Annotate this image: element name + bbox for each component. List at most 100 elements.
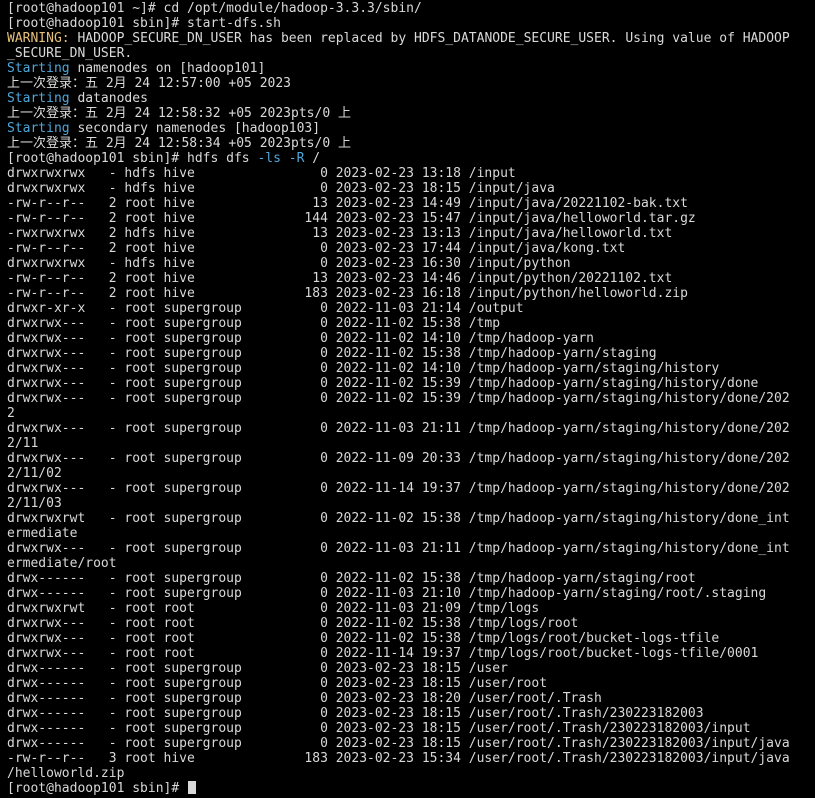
terminal-line: drwxrwxrwx - hdfs hive 0 2023-02-23 16:3…	[7, 256, 815, 271]
terminal-line: -rw-r--r-- 2 root hive 183 2023-02-23 16…	[7, 286, 815, 301]
terminal-line: Starting secondary namenodes [hadoop103]	[7, 121, 815, 136]
terminal-line: drwxrwx--- - root supergroup 0 2022-11-0…	[7, 451, 815, 466]
terminal-line: drwx------ - root supergroup 0 2023-02-2…	[7, 676, 815, 691]
terminal-text: drwxrwxrwt - root supergroup 0 2022-11-0…	[7, 511, 790, 526]
terminal-text: drwxrwx--- - root supergroup 0 2022-11-0…	[7, 346, 657, 361]
terminal-line: drwx------ - root supergroup 0 2023-02-2…	[7, 721, 815, 736]
terminal-line: drwx------ - root supergroup 0 2022-11-0…	[7, 586, 815, 601]
terminal-line: 2/11/02	[7, 466, 815, 481]
terminal-line: 2/11	[7, 436, 815, 451]
terminal-line: ermediate/root	[7, 556, 815, 571]
terminal-line: Starting datanodes	[7, 91, 815, 106]
terminal-text: drwx------ - root supergroup 0 2023-02-2…	[7, 706, 704, 721]
terminal-text: drwxrwx--- - root supergroup 0 2022-11-0…	[7, 541, 790, 556]
terminal-text: drwxrwx--- - root supergroup 0 2022-11-1…	[7, 481, 790, 496]
terminal-line: drwxrwxrwt - root root 0 2022-11-03 21:0…	[7, 601, 815, 616]
terminal-line: drwx------ - root supergroup 0 2023-02-2…	[7, 691, 815, 706]
terminal-line: drwxrwx--- - root supergroup 0 2022-11-0…	[7, 421, 815, 436]
terminal-line: drwxrwx--- - root root 0 2022-11-02 15:3…	[7, 616, 815, 631]
text-cursor[interactable]	[188, 781, 197, 794]
terminal-text: -rwxrwxrwx 2 hdfs hive 13 2023-02-23 13:…	[7, 226, 673, 241]
terminal-text: drwxrwx--- - root root 0 2022-11-02 15:3…	[7, 631, 720, 646]
terminal-line: [root@hadoop101 ~]# cd /opt/module/hadoo…	[7, 1, 815, 16]
terminal-line: drwxrwx--- - root root 0 2022-11-14 19:3…	[7, 646, 815, 661]
terminal-text: drwxrwx--- - root supergroup 0 2022-11-0…	[7, 361, 720, 376]
status-label: Starting	[7, 91, 70, 106]
terminal-line: drwxrwx--- - root supergroup 0 2022-11-0…	[7, 331, 815, 346]
terminal-line: WARNING: HADOOP_SECURE_DN_USER has been …	[7, 31, 815, 46]
terminal-text: drwxrwx--- - root supergroup 0 2022-11-0…	[7, 316, 501, 331]
terminal-text: drwxrwx--- - root root 0 2022-11-14 19:3…	[7, 646, 759, 661]
terminal-text: drwx------ - root supergroup 0 2023-02-2…	[7, 661, 508, 676]
terminal-line: -rw-r--r-- 2 root hive 13 2023-02-23 14:…	[7, 196, 815, 211]
terminal-text: [root@hadoop101 sbin]# start-dfs.sh	[7, 16, 281, 31]
terminal-line: drwx------ - root supergroup 0 2023-02-2…	[7, 736, 815, 751]
terminal-text: datanodes	[69, 91, 148, 106]
terminal-text: ermediate	[7, 526, 78, 541]
terminal-text: [root@hadoop101 sbin]# hdfs dfs	[7, 151, 258, 166]
terminal-text: 2/11/03	[7, 496, 62, 511]
terminal-text: 2/11	[7, 436, 39, 451]
terminal-line: drwxrwx--- - root supergroup 0 2022-11-0…	[7, 316, 815, 331]
terminal-line: Starting namenodes on [hadoop101]	[7, 61, 815, 76]
terminal-line: drwxrwxrwt - root supergroup 0 2022-11-0…	[7, 511, 815, 526]
terminal-line: drwxrwx--- - root supergroup 0 2022-11-0…	[7, 391, 815, 406]
terminal-line: drwxr-xr-x - root supergroup 0 2022-11-0…	[7, 301, 815, 316]
terminal-line: 上一次登录：五 2月 24 12:58:34 +05 2023pts/0 上	[7, 136, 815, 151]
terminal-line: drwxrwx--- - root root 0 2022-11-02 15:3…	[7, 631, 815, 646]
terminal-line: drwx------ - root supergroup 0 2022-11-0…	[7, 571, 815, 586]
terminal-line: drwxrwx--- - root supergroup 0 2022-11-1…	[7, 481, 815, 496]
terminal-prompt-line: [root@hadoop101 sbin]#	[7, 781, 815, 796]
terminal-text: namenodes on [hadoop101]	[69, 61, 266, 76]
terminal-line: -rw-r--r-- 3 root hive 183 2023-02-23 15…	[7, 751, 815, 766]
terminal-line: drwxrwxrwx - hdfs hive 0 2023-02-23 13:1…	[7, 166, 815, 181]
terminal-text: -rw-r--r-- 2 root hive 0 2023-02-23 17:4…	[7, 241, 626, 256]
terminal-text: 2	[7, 406, 15, 421]
terminal-text: drwxrwxrwx - hdfs hive 0 2023-02-23 16:3…	[7, 256, 571, 271]
terminal-text: drwxrwxrwt - root root 0 2022-11-03 21:0…	[7, 601, 540, 616]
terminal-text: _SECURE_DN_USER.	[7, 46, 133, 61]
terminal-line: drwxrwx--- - root supergroup 0 2022-11-0…	[7, 541, 815, 556]
terminal-window[interactable]: [root@hadoop101 ~]# cd /opt/module/hadoo…	[0, 0, 815, 798]
command-flags: -ls -R	[257, 151, 305, 166]
terminal-line: 2/11/03	[7, 496, 815, 511]
terminal-text: drwx------ - root supergroup 0 2022-11-0…	[7, 586, 767, 601]
terminal-text: drwxrwx--- - root supergroup 0 2022-11-0…	[7, 331, 594, 346]
warning-label: WARNING:	[7, 31, 70, 46]
terminal-text: drwxrwxrwx - hdfs hive 0 2023-02-23 18:1…	[7, 181, 555, 196]
terminal-text: /helloworld.zip	[7, 766, 125, 781]
terminal-line: drwx------ - root supergroup 0 2023-02-2…	[7, 661, 815, 676]
terminal-line: -rw-r--r-- 2 root hive 13 2023-02-23 14:…	[7, 271, 815, 286]
terminal-text: 2/11/02	[7, 466, 62, 481]
terminal-line: /helloworld.zip	[7, 766, 815, 781]
terminal-text: drwx------ - root supergroup 0 2022-11-0…	[7, 571, 696, 586]
terminal-text: [root@hadoop101 sbin]#	[7, 781, 188, 796]
terminal-line: drwx------ - root supergroup 0 2023-02-2…	[7, 706, 815, 721]
terminal-text: drwxrwx--- - root supergroup 0 2022-11-0…	[7, 391, 790, 406]
terminal-text: drwx------ - root supergroup 0 2023-02-2…	[7, 676, 548, 691]
status-label: Starting	[7, 121, 70, 136]
terminal-text: ermediate/root	[7, 556, 117, 571]
terminal-text: -rw-r--r-- 2 root hive 183 2023-02-23 16…	[7, 286, 688, 301]
terminal-text: 上一次登录：五 2月 24 12:58:32 +05 2023pts/0 上	[7, 106, 351, 121]
terminal-text: secondary namenodes [hadoop103]	[69, 121, 321, 136]
terminal-line: drwxrwx--- - root supergroup 0 2022-11-0…	[7, 346, 815, 361]
terminal-text: drwxrwxrwx - hdfs hive 0 2023-02-23 13:1…	[7, 166, 516, 181]
status-label: Starting	[7, 61, 70, 76]
terminal-text: HADOOP_SECURE_DN_USER has been replaced …	[69, 31, 790, 46]
terminal-line: -rwxrwxrwx 2 hdfs hive 13 2023-02-23 13:…	[7, 226, 815, 241]
terminal-text: -rw-r--r-- 3 root hive 183 2023-02-23 15…	[7, 751, 790, 766]
terminal-line: 2	[7, 406, 815, 421]
terminal-line: -rw-r--r-- 2 root hive 0 2023-02-23 17:4…	[7, 241, 815, 256]
terminal-line: ermediate	[7, 526, 815, 541]
terminal-text: drwxrwx--- - root supergroup 0 2022-11-0…	[7, 421, 790, 436]
terminal-line: drwxrwxrwx - hdfs hive 0 2023-02-23 18:1…	[7, 181, 815, 196]
terminal-text: drwxrwx--- - root root 0 2022-11-02 15:3…	[7, 616, 579, 631]
terminal-text: 上一次登录：五 2月 24 12:57:00 +05 2023	[7, 76, 292, 91]
terminal-text: /	[304, 151, 321, 166]
terminal-line: _SECURE_DN_USER.	[7, 46, 815, 61]
terminal-text: drwx------ - root supergroup 0 2023-02-2…	[7, 691, 602, 706]
terminal-line: drwxrwx--- - root supergroup 0 2022-11-0…	[7, 376, 815, 391]
terminal-text: [root@hadoop101 ~]# cd /opt/module/hadoo…	[7, 1, 422, 16]
terminal-line: [root@hadoop101 sbin]# hdfs dfs -ls -R /	[7, 151, 815, 166]
